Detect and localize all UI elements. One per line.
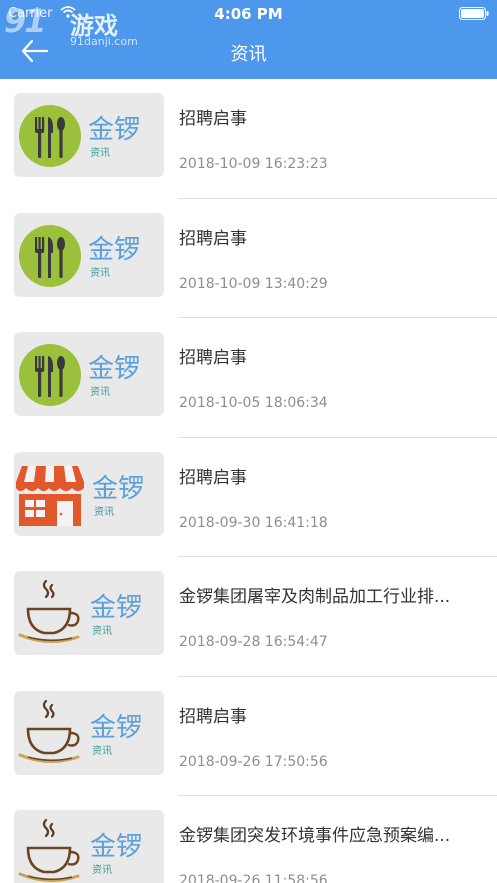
news-title: 招聘启事: [179, 348, 247, 368]
news-date: 2018-10-09 16:23:23: [179, 156, 328, 172]
thumb-sub: 资讯: [92, 864, 112, 876]
news-list-item[interactable]: 金锣 资讯 金锣集团屠宰及肉制品加工行业排... 2018-09-28 16:54…: [0, 557, 497, 677]
news-title: 金锣集团突发环境事件应急预案编...: [179, 826, 451, 846]
coffee-cup-icon: 金锣 资讯: [18, 818, 142, 882]
news-title: 金锣集团屠宰及肉制品加工行业排...: [179, 587, 451, 607]
coffee-cup-icon: 金锣 资讯: [18, 579, 142, 643]
news-date: 2018-09-28 16:54:47: [179, 634, 328, 650]
news-thumbnail: 金锣 资讯: [14, 571, 164, 655]
thumb-brand: 金锣: [88, 354, 140, 384]
page-title: 资讯: [230, 44, 267, 65]
news-title: 招聘启事: [179, 109, 247, 129]
fork-knife-icon: 金锣 资讯: [19, 344, 140, 406]
news-thumbnail: 金锣 资讯: [14, 690, 164, 775]
thumb-brand: 金锣: [90, 832, 142, 862]
news-list-item[interactable]: 金锣 资讯 招聘启事 2018-10-05 18:06:34: [0, 318, 497, 438]
news-title: 招聘启事: [179, 706, 247, 727]
news-date: 2018-10-05 18:06:34: [179, 395, 328, 411]
news-title: 招聘启事: [179, 467, 247, 488]
news-date: 2018-09-26 17:50:56: [179, 753, 328, 770]
fork-knife-icon: 金锣 资讯: [19, 224, 140, 287]
news-thumbnail: 金锣 资讯: [14, 332, 164, 416]
thumb-sub: 资讯: [92, 745, 112, 757]
thumb-brand: 金锣: [90, 713, 142, 743]
status-time: 4:06 PM: [214, 5, 283, 23]
news-list-item[interactable]: 金锣 资讯 招聘启事 2018-09-26 17:50:56: [0, 677, 497, 797]
thumb-brand: 金锣: [88, 115, 140, 145]
fork-knife-icon: 金锣 资讯: [19, 105, 140, 167]
news-date: 2018-09-30 16:41:18: [179, 514, 328, 531]
news-thumbnail: 金锣 资讯: [14, 93, 164, 177]
news-thumbnail: 金锣 资讯: [14, 212, 164, 297]
thumb-sub: 资讯: [94, 506, 114, 518]
coffee-cup-icon: 金锣 资讯: [18, 699, 142, 763]
news-date: 2018-10-09 13:40:29: [179, 275, 328, 292]
thumb-sub: 资讯: [90, 267, 110, 279]
news-thumbnail: 金锣 资讯: [14, 451, 164, 536]
thumb-sub: 资讯: [92, 625, 112, 637]
battery-icon: [459, 7, 489, 20]
news-list-item[interactable]: 金锣 资讯 金锣集团突发环境事件应急预案编... 2018-09-26 11:58…: [0, 796, 497, 883]
news-thumbnail: 金锣 资讯: [14, 810, 164, 883]
news-title: 招聘启事: [179, 228, 247, 249]
news-list-item[interactable]: 金锣 资讯 招聘启事 2018-10-09 16:23:23: [0, 79, 497, 199]
thumb-sub: 资讯: [90, 386, 110, 398]
news-list-item[interactable]: 金锣 资讯 招聘启事 2018-10-09 13:40:29: [0, 199, 497, 319]
news-date: 2018-09-26 11:58:56: [179, 873, 328, 883]
news-list: 金锣 资讯 招聘启事 2018-10-09 16:23:23 金锣 资讯 招聘启事…: [0, 79, 497, 883]
thumb-brand: 金锣: [88, 235, 140, 265]
store-icon: 金锣 资讯: [16, 465, 144, 526]
news-list-item[interactable]: 金锣 资讯 招聘启事 2018-09-30 16:41:18: [0, 438, 497, 558]
nav-header: 91 游戏 91danji.com Carrier 4:06 PM 资讯: [0, 0, 497, 79]
thumb-brand: 金锣: [90, 593, 142, 623]
thumb-brand: 金锣: [92, 474, 144, 504]
thumb-sub: 资讯: [90, 147, 110, 159]
